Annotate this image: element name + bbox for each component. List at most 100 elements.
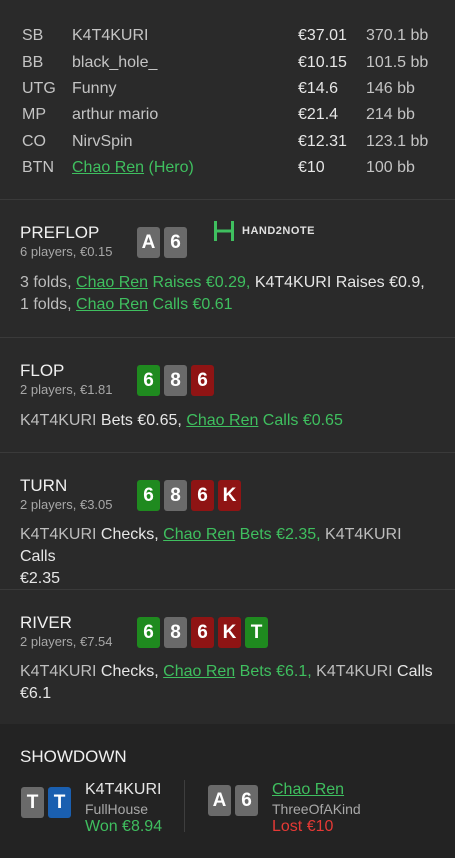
player-stack-bb: 101.5 bb [366,53,429,71]
player-row: SB K4T4KURI €37.01 370.1 bb [0,23,455,49]
card: 6 [235,785,258,816]
player-position: BTN [22,159,54,177]
street-turn: TURN 2 players, €3.05 6 8 6 K K4T4KURI C… [0,453,455,590]
player-position: UTG [22,79,56,97]
player-stack-bb: 146 bb [366,79,415,97]
street-actions: K4T4KURI Bets €0.65, Chao Ren Calls €0.6… [20,410,437,432]
street-subtitle: 2 players, €1.81 [20,382,113,397]
board-cards: 6 8 6 [137,365,214,396]
player-stack-bb: 100 bb [366,159,415,177]
hand-history: SB K4T4KURI €37.01 370.1 bb BB black_hol… [0,0,455,858]
hero-link[interactable]: Chao Ren [76,296,148,313]
player-name-hero: Chao Ren (Hero) [72,159,194,177]
card: 8 [164,480,187,511]
player-name: arthur mario [72,106,159,124]
board-cards: 6 8 6 K [137,480,241,511]
villain-name: K4T4KURI [325,526,402,543]
hero-link[interactable]: Chao Ren [76,274,148,291]
street-flop: FLOP 2 players, €1.81 6 8 6 K4T4KURI Bet… [0,338,455,453]
hand2note-icon [214,221,234,241]
hero-action: Calls €0.65 [258,412,343,429]
player-stack: €14.6 [298,79,339,97]
villain-action: Checks, [96,526,164,543]
player-stack-bb: 214 bb [366,106,415,124]
card: 8 [164,365,187,396]
player-position: CO [22,132,46,150]
hero-action: Bets €2.35, [235,526,326,543]
hole-cards: A 6 [137,227,187,258]
street-subtitle: 2 players, €3.05 [20,497,113,512]
player-name: black_hole_ [72,53,158,71]
villain-action: Calls [20,548,56,565]
player-stack: €21.4 [298,106,339,124]
hero-link[interactable]: Chao Ren [72,159,144,176]
card: T [245,617,268,648]
hero-link[interactable]: Chao Ren [272,781,344,799]
hero-link[interactable]: Chao Ren [163,526,235,543]
card: 6 [164,227,187,258]
card: K [218,480,241,511]
hero-link[interactable]: Chao Ren [163,663,235,680]
player-stack-bb: 123.1 bb [366,132,429,150]
hero-result: Lost €10 [272,818,334,835]
card: 6 [137,480,160,511]
card: 8 [164,617,187,648]
villain-cards: T T [21,787,71,818]
player-stack-bb: 370.1 bb [366,27,429,45]
player-row-hero: BTN Chao Ren (Hero) €10 100 bb [0,155,455,181]
card: 6 [137,617,160,648]
street-title: RIVER [20,613,72,632]
street-title: TURN [20,476,68,495]
villain-action: Raises €0.9, [331,274,425,291]
player-stack: €10.15 [298,53,347,71]
villain-name: K4T4KURI [254,274,332,291]
hero-cards: A 6 [208,785,258,816]
street-subtitle: 6 players, €0.15 [20,244,113,259]
villain-name: K4T4KURI [85,781,162,798]
player-stack: €37.01 [298,27,347,45]
player-name: K4T4KURI [72,27,149,45]
hero-action: Raises €0.29, [148,274,255,291]
hero-action: Bets €6.1, [235,663,317,680]
street-actions: K4T4KURI Checks, Chao Ren Bets €2.35, K4… [20,524,437,590]
hero-action: Calls €0.61 [148,296,233,313]
player-position: MP [22,106,46,124]
street-actions: 3 folds, Chao Ren Raises €0.29, K4T4KURI… [20,272,437,316]
player-row: UTG Funny €14.6 146 bb [0,76,455,102]
hand2note-logo: HAND2NOTE [212,220,315,242]
street-river: RIVER 2 players, €7.54 6 8 6 K T K4T4KUR… [0,590,455,724]
card: A [208,785,231,816]
players-panel: SB K4T4KURI €37.01 370.1 bb BB black_hol… [0,0,455,200]
board-cards: 6 8 6 K T [137,617,268,648]
player-name: Funny [72,79,117,97]
hero-tag: (Hero) [148,159,194,177]
street-title: FLOP [20,361,65,380]
card: 6 [137,365,160,396]
card: 6 [191,617,214,648]
villain-name: K4T4KURI [20,663,97,680]
showdown-title: SHOWDOWN [20,747,127,766]
villain-action: Checks, [96,663,164,680]
street-preflop: PREFLOP 6 players, €0.15 A 6 HAND2NOTE 3… [0,200,455,338]
card: K [218,617,241,648]
villain-name: K4T4KURI [20,526,97,543]
card: 6 [191,365,214,396]
player-row: MP arthur mario €21.4 214 bb [0,102,455,128]
villain-name: K4T4KURI [316,663,393,680]
hero-link[interactable]: Chao Ren [186,412,258,429]
hero-hand: ThreeOfAKind [272,801,361,817]
player-position: SB [22,27,44,45]
street-subtitle: 2 players, €7.54 [20,634,113,649]
card: T [21,787,44,818]
player-stack: €10 [298,159,325,177]
street-actions: K4T4KURI Checks, Chao Ren Bets €6.1, K4T… [20,661,437,705]
villain-action: Calls [392,663,433,680]
divider [184,780,185,832]
player-position: BB [22,53,44,71]
player-stack: €12.31 [298,132,347,150]
card: T [48,787,71,818]
action-text: 3 folds, [20,274,77,291]
card: A [137,227,160,258]
player-row: CO NirvSpin €12.31 123.1 bb [0,129,455,155]
villain-action: Bets €0.65, [96,412,187,429]
